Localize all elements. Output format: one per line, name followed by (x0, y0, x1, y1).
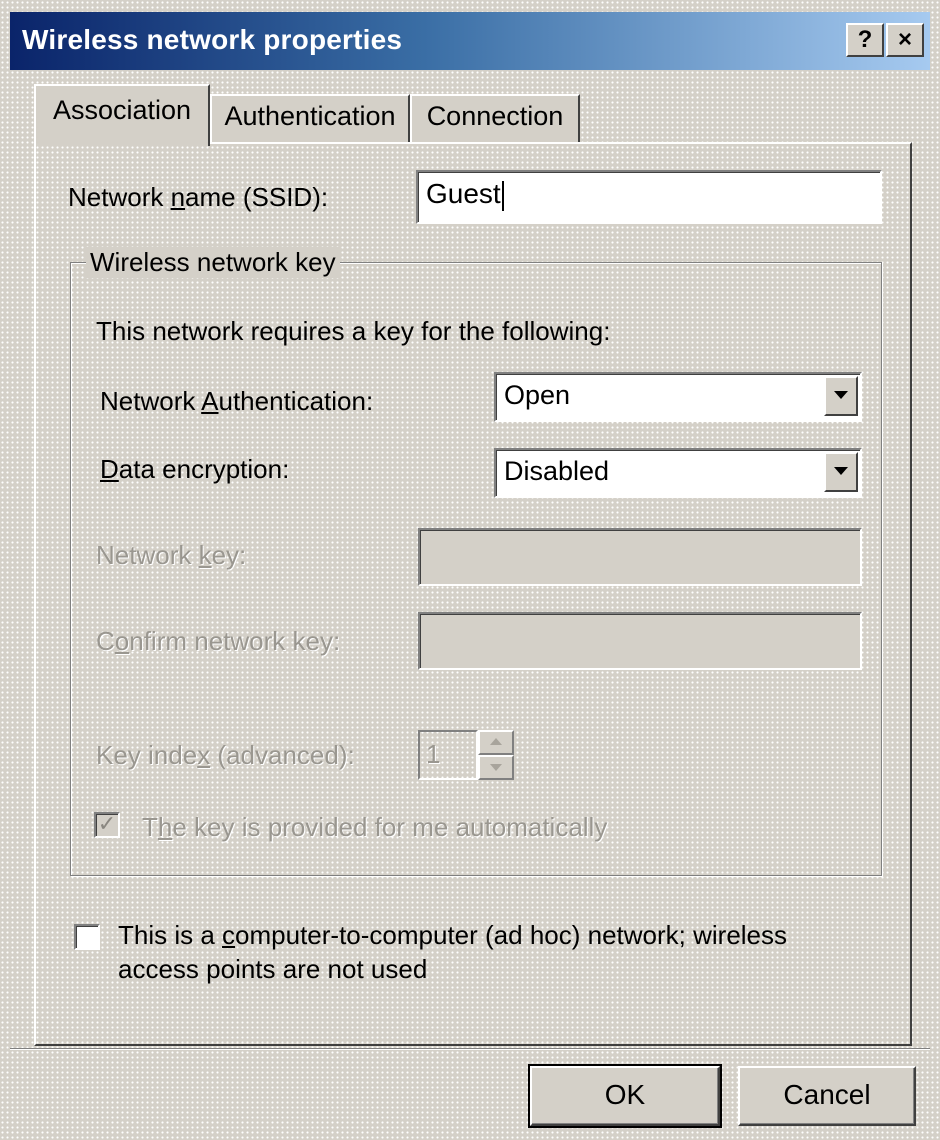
network-key-input[interactable] (418, 528, 862, 586)
footer-divider (10, 1048, 930, 1050)
adhoc-label-accel: c (222, 920, 236, 950)
network-key-label-accel: k (198, 540, 212, 570)
ssid-label-accel: n (170, 182, 186, 212)
wireless-key-group-legend: Wireless network key (86, 247, 340, 278)
auto-key-label-text-2: e key is provided for me automatically (172, 812, 608, 842)
chevron-down-icon (490, 764, 502, 771)
network-key-label: Network key: (96, 540, 246, 571)
confirm-key-label: Confirm network key: (96, 626, 340, 657)
network-auth-label-text-2: uthentication: (218, 386, 374, 416)
confirm-key-label-text: C (96, 626, 115, 656)
help-button[interactable]: ? (846, 23, 884, 57)
key-index-label-text: Key inde (96, 740, 198, 770)
ssid-value: Guest (426, 178, 501, 209)
ok-button[interactable]: OK (528, 1064, 722, 1128)
chevron-up-icon (490, 738, 502, 745)
data-encryption-dropdown-button[interactable] (824, 452, 858, 492)
data-encryption-label-text-2: ata encryption: (118, 454, 290, 484)
key-index-up-button[interactable] (478, 730, 514, 755)
network-auth-dropdown-button[interactable] (824, 376, 858, 416)
network-key-label-text: Network (96, 540, 199, 570)
confirm-key-label-accel: o (114, 626, 130, 656)
cancel-button[interactable]: Cancel (738, 1066, 916, 1126)
data-encryption-value: Disabled (504, 456, 610, 486)
network-auth-label-accel: A (201, 386, 219, 416)
ssid-label: Network name (SSID): (68, 182, 328, 213)
ssid-label-text-2: ame (SSID): (185, 182, 329, 212)
data-encryption-label-accel: D (100, 454, 119, 484)
ssid-input[interactable]: Guest (416, 170, 882, 224)
ssid-label-text: Network (68, 182, 171, 212)
auto-key-label-text: T (142, 812, 158, 842)
confirm-key-input[interactable] (418, 612, 862, 670)
tab-association[interactable]: Association (34, 84, 210, 146)
network-auth-label-text: Network (100, 386, 202, 416)
network-key-label-text-2: ey: (211, 540, 247, 570)
auto-key-checkbox[interactable]: ✓ (94, 812, 120, 838)
network-auth-select[interactable]: Open (494, 372, 862, 422)
key-index-label-text-2: (advanced): (210, 740, 355, 770)
wireless-properties-dialog: Wireless network properties ? × Associat… (0, 0, 940, 1140)
key-index-stepper[interactable]: 1 (418, 730, 516, 780)
key-index-label-accel: x (197, 740, 211, 770)
adhoc-label-line1: This is a computer-to-computer (ad hoc) … (118, 920, 787, 951)
adhoc-checkbox[interactable] (74, 924, 100, 950)
key-index-value[interactable]: 1 (418, 730, 478, 780)
key-index-label: Key index (advanced): (96, 740, 355, 771)
auto-key-label-accel: h (157, 812, 173, 842)
auto-key-label: The key is provided for me automatically (142, 812, 607, 843)
adhoc-label-text: This is a (118, 920, 223, 950)
data-encryption-select[interactable]: Disabled (494, 448, 862, 498)
network-auth-label: Network Authentication: (100, 386, 373, 417)
close-button[interactable]: × (886, 23, 924, 57)
key-index-down-button[interactable] (478, 755, 514, 780)
key-requirement-text: This network requires a key for the foll… (96, 316, 611, 346)
chevron-down-icon (834, 391, 848, 399)
adhoc-label-text-2: omputer-to-computer (ad hoc) network; wi… (235, 920, 788, 950)
data-encryption-label: Data encryption: (100, 454, 289, 485)
chevron-down-icon (834, 467, 848, 475)
tab-connection[interactable]: Connection (410, 94, 580, 144)
confirm-key-label-text-2: nfirm network key: (129, 626, 341, 656)
adhoc-label-line2: access points are not used (118, 954, 428, 984)
network-auth-value: Open (504, 380, 571, 410)
text-caret (501, 180, 504, 211)
tab-authentication[interactable]: Authentication (210, 94, 410, 144)
window-title: Wireless network properties (22, 24, 403, 55)
title-bar: Wireless network properties ? × (10, 12, 930, 70)
